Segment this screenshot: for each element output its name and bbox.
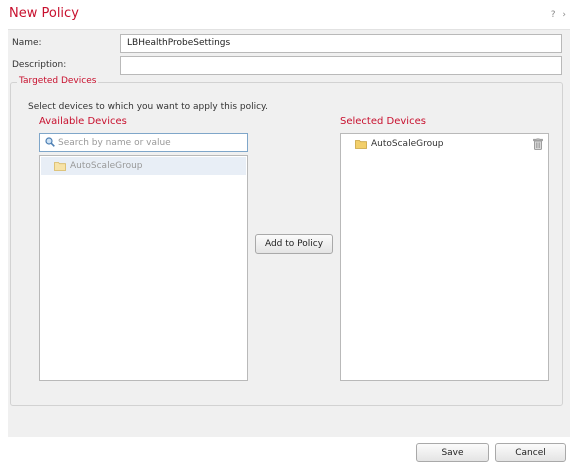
selected-item-autoscalegroup[interactable]: AutoScaleGroup — [342, 135, 547, 153]
dialog-title: New Policy — [9, 6, 79, 21]
cancel-button[interactable]: Cancel — [495, 443, 566, 462]
selected-devices-list[interactable]: AutoScaleGroup — [340, 133, 549, 381]
targeted-devices-legend: Targeted Devices — [17, 76, 99, 86]
name-field[interactable]: LBHealthProbeSettings — [120, 34, 562, 53]
title-controls: ? › — [551, 10, 568, 20]
available-devices-title: Available Devices — [39, 116, 127, 127]
close-icon[interactable]: › — [562, 10, 568, 20]
description-field[interactable] — [120, 56, 562, 75]
description-label: Description: — [12, 60, 67, 70]
add-to-policy-button[interactable]: Add to Policy — [255, 234, 333, 254]
help-icon[interactable]: ? — [551, 10, 558, 20]
search-input[interactable] — [58, 135, 244, 150]
selected-devices-title: Selected Devices — [340, 116, 426, 127]
new-policy-dialog: New Policy ? › Name: LBHealthProbeSettin… — [0, 0, 572, 462]
available-item-label: AutoScaleGroup — [70, 161, 143, 171]
selected-item-label: AutoScaleGroup — [371, 139, 444, 149]
save-button[interactable]: Save — [416, 443, 489, 462]
available-item-autoscalegroup[interactable]: AutoScaleGroup — [41, 157, 246, 175]
instruction-text: Select devices to which you want to appl… — [28, 102, 268, 112]
folder-icon — [355, 140, 367, 149]
trash-icon[interactable] — [533, 138, 543, 150]
folder-icon — [54, 162, 66, 171]
name-label: Name: — [12, 38, 42, 48]
search-box — [39, 133, 248, 152]
available-devices-list[interactable]: AutoScaleGroup — [39, 155, 248, 381]
search-icon — [45, 137, 55, 147]
